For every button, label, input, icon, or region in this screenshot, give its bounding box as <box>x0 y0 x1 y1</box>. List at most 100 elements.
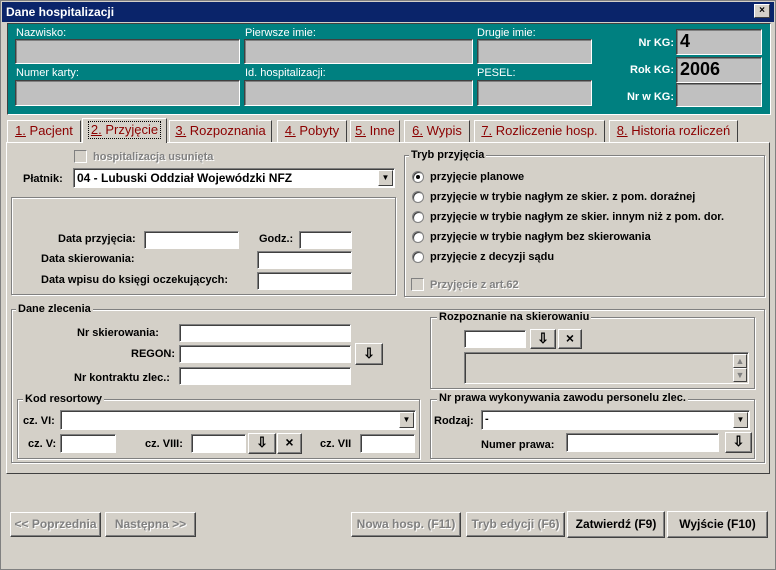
radio-planowe[interactable] <box>412 171 424 183</box>
tab-label: Pacjent <box>25 123 73 138</box>
tab-label: Historia rozliczeń <box>627 123 731 138</box>
tab-number: 4. <box>284 123 296 138</box>
pierwsze-imie-field <box>244 39 473 64</box>
tryb-option-label: przyjęcie planowe <box>430 171 525 183</box>
cz5-input[interactable] <box>60 434 116 453</box>
chevron-down-icon[interactable]: ▼ <box>399 412 414 428</box>
tab-historia[interactable]: 8. Historia rozliczeń <box>609 120 738 142</box>
rozpoznanie-lookup-button[interactable]: ⇩ <box>530 329 556 349</box>
tab-number: 2. <box>90 122 102 137</box>
usunieta-label: hospitalizacja usunięta <box>93 151 214 163</box>
numer-karty-label: Numer karty: <box>16 67 79 79</box>
tab-wypis[interactable]: 6. Wypis <box>404 120 470 142</box>
arrow-down-icon: ⇩ <box>537 330 549 346</box>
radio-sad[interactable] <box>412 251 424 263</box>
godz-input[interactable] <box>299 231 352 249</box>
zatwierdz-button[interactable]: Zatwierdź (F9) <box>567 511 665 538</box>
nr-kg-label: Nr KG: <box>638 37 674 49</box>
regon-input[interactable] <box>179 345 351 363</box>
radio-nagly-inny[interactable] <box>412 211 424 223</box>
platnik-select[interactable]: 04 - Lubuski Oddział Wojewódzki NFZ ▼ <box>73 168 395 188</box>
cz8-lookup-button[interactable]: ⇩ <box>248 433 276 454</box>
tab-label: Inne <box>365 123 395 138</box>
tab-label: Rozliczenie hosp. <box>492 123 598 138</box>
rok-kg-value: 2006 <box>676 57 762 83</box>
tab-label: Pobyty <box>295 123 340 138</box>
rozpoznanie-memo[interactable]: ▲ ▼ <box>464 352 749 384</box>
cz8-input[interactable] <box>191 434 246 453</box>
scroll-up-icon[interactable]: ▲ <box>733 354 747 368</box>
numer-karty-field <box>15 80 240 106</box>
rodzaj-select[interactable]: - ▼ <box>481 410 750 430</box>
rok-kg-label: Rok KG: <box>630 64 674 76</box>
tab-number: 1. <box>15 123 26 138</box>
nazwisko-field <box>15 39 240 64</box>
title-bar: Dane hospitalizacji <box>2 2 774 22</box>
chevron-down-icon[interactable]: ▼ <box>378 170 393 186</box>
tab-pacjent[interactable]: 1. Pacjent <box>7 120 81 142</box>
prev-button[interactable]: << Poprzednia <box>10 512 101 537</box>
cz6-select[interactable]: ▼ <box>60 410 416 430</box>
tryb-edycji-button[interactable]: Tryb edycji (F6) <box>466 512 565 537</box>
nr-kontraktu-label: Nr kontraktu zlec.: <box>74 372 170 384</box>
numer-prawa-input[interactable] <box>566 433 719 452</box>
wyjscie-button[interactable]: Wyjście (F10) <box>667 511 768 538</box>
data-wpisu-label: Data wpisu do księgi oczekujących: <box>41 274 229 286</box>
numer-prawa-label: Numer prawa: <box>481 439 555 451</box>
platnik-value: 04 - Lubuski Oddział Wojewódzki NFZ <box>77 171 293 185</box>
window-title: Dane hospitalizacji <box>6 5 115 19</box>
drugie-imie-field <box>477 39 592 64</box>
tab-inne[interactable]: 5. Inne <box>350 120 400 142</box>
next-button[interactable]: Następna >> <box>105 512 196 537</box>
tab-number: 3. <box>175 123 187 138</box>
tab-panel: hospitalizacja usunięta Płatnik: 04 - Lu… <box>6 142 770 474</box>
id-hosp-field <box>244 80 473 106</box>
nr-skier-label: Nr skierowania: <box>77 327 159 339</box>
cz6-label: cz. VI: <box>23 415 55 427</box>
cz7-input[interactable] <box>360 434 415 453</box>
tab-przyjecie[interactable]: 2. Przyjęcie <box>82 118 167 143</box>
nr-skier-input[interactable] <box>179 324 351 342</box>
tab-number: 6. <box>412 123 423 138</box>
rodzaj-label: Rodzaj: <box>434 415 474 427</box>
tab-rozpoznania[interactable]: 3. Rozpoznania <box>169 120 272 142</box>
nr-w-kg-value <box>676 83 762 107</box>
close-button[interactable]: × <box>754 4 770 18</box>
kod-title: Kod resortowy <box>23 393 105 405</box>
tryb-option-label: przyjęcie z decyzji sądu <box>430 251 555 263</box>
data-skierowania-label: Data skierowania: <box>41 253 135 265</box>
scroll-down-icon[interactable]: ▼ <box>733 368 747 382</box>
rozpoznanie-clear-button[interactable]: × <box>558 329 582 349</box>
arrow-down-icon: ⇩ <box>256 434 268 450</box>
cz7-label: cz. VII <box>320 438 352 450</box>
chevron-down-icon[interactable]: ▼ <box>733 412 748 428</box>
cz8-clear-button[interactable]: × <box>277 433 302 454</box>
radio-nagly-doraznej[interactable] <box>412 191 424 203</box>
arrow-down-icon: ⇩ <box>363 345 375 361</box>
data-przyjecia-input[interactable] <box>144 231 239 249</box>
data-wpisu-input[interactable] <box>257 272 352 290</box>
rozpoznanie-code-input[interactable] <box>464 330 526 348</box>
usunieta-checkbox[interactable] <box>74 150 87 163</box>
regon-lookup-button[interactable]: ⇩ <box>355 343 383 365</box>
art62-checkbox[interactable] <box>411 278 424 291</box>
data-przyjecia-label: Data przyjęcia: <box>58 233 136 245</box>
close-icon: × <box>565 330 575 346</box>
tab-label: Przyjęcie <box>101 122 159 137</box>
rodzaj-value: - <box>485 413 489 425</box>
tab-label: Wypis <box>422 123 462 138</box>
tab-rozliczenie[interactable]: 7. Rozliczenie hosp. <box>474 120 605 142</box>
platnik-label: Płatnik: <box>23 173 63 185</box>
nowa-hosp-button[interactable]: Nowa hosp. (F11) <box>351 512 461 537</box>
radio-nagly-bez[interactable] <box>412 231 424 243</box>
tab-label: Rozpoznania <box>186 123 266 138</box>
close-icon: × <box>285 434 294 450</box>
tryb-title: Tryb przyjęcia <box>409 149 487 161</box>
numer-prawa-lookup-button[interactable]: ⇩ <box>725 432 752 453</box>
data-skierowania-input[interactable] <box>257 251 352 269</box>
nr-w-kg-label: Nr w KG: <box>626 91 674 103</box>
cz5-label: cz. V: <box>28 438 57 450</box>
tab-pobyty[interactable]: 4. Pobyty <box>277 120 347 142</box>
nr-kontraktu-input[interactable] <box>179 367 351 385</box>
nr-kg-value: 4 <box>676 29 762 55</box>
